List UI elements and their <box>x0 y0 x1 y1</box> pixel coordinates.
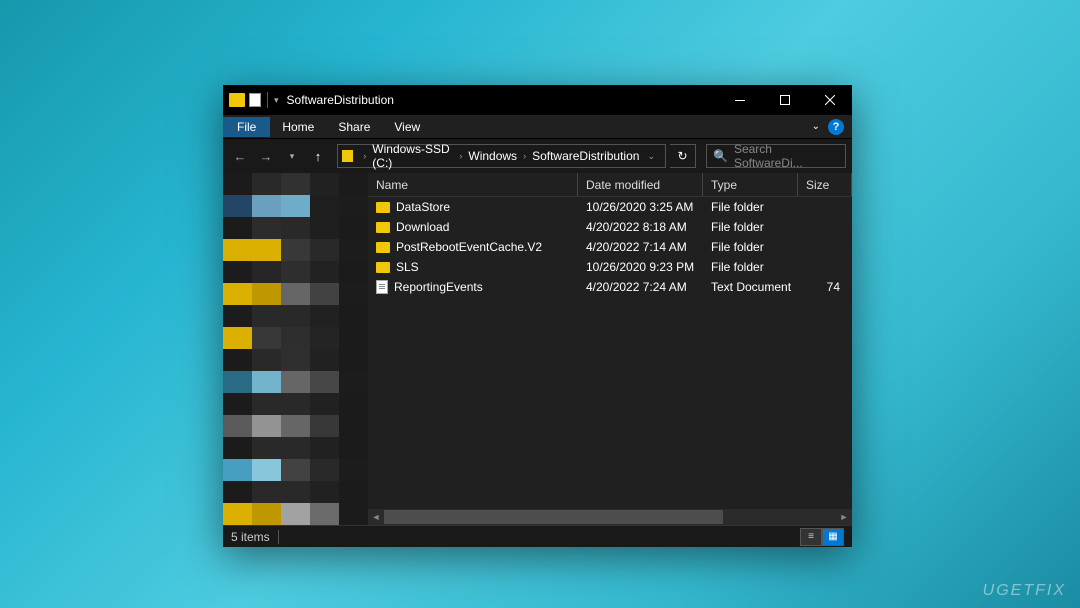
column-size[interactable]: Size <box>798 173 852 196</box>
file-menu[interactable]: File <box>223 117 270 137</box>
item-count: 5 items <box>231 530 270 544</box>
watermark: UGETFIX <box>983 582 1066 600</box>
page-icon <box>249 93 261 107</box>
separator <box>278 530 279 544</box>
address-dropdown[interactable]: ⌄ <box>641 151 661 162</box>
navigation-bar: ← → ▾ ↑ › Windows-SSD (C:) › Windows › S… <box>223 139 852 173</box>
table-row[interactable]: PostRebootEventCache.V2 4/20/2022 7:14 AM… <box>368 237 852 257</box>
file-name: SLS <box>396 260 419 274</box>
file-date: 4/20/2022 7:24 AM <box>578 280 703 294</box>
table-row[interactable]: DataStore 10/26/2020 3:25 AMFile folder <box>368 197 852 217</box>
titlebar[interactable]: ▾ SoftwareDistribution <box>223 85 852 115</box>
column-name[interactable]: Name <box>368 173 578 196</box>
file-name: ReportingEvents <box>394 280 483 294</box>
explorer-window: ▾ SoftwareDistribution File Home Share V… <box>223 85 852 547</box>
refresh-button[interactable]: ↻ <box>670 144 696 168</box>
back-button[interactable]: ← <box>229 145 251 167</box>
chevron-down-icon[interactable]: ⌄ <box>812 121 820 132</box>
folder-icon <box>342 150 353 162</box>
file-date: 4/20/2022 7:14 AM <box>578 240 703 254</box>
table-row[interactable]: ReportingEvents 4/20/2022 7:24 AMText Doc… <box>368 277 852 297</box>
tab-share[interactable]: Share <box>326 117 382 137</box>
chevron-right-icon: › <box>519 151 530 161</box>
file-date: 10/26/2020 3:25 AM <box>578 200 703 214</box>
chevron-right-icon: › <box>455 151 466 161</box>
separator <box>267 92 268 108</box>
folder-icon <box>376 262 390 273</box>
minimize-button[interactable] <box>717 85 762 115</box>
tab-home[interactable]: Home <box>270 117 326 137</box>
file-name: Download <box>396 220 449 234</box>
icons-view-button[interactable]: ▦ <box>822 528 844 546</box>
file-type: File folder <box>703 200 798 214</box>
quick-access-toolbar: ▾ <box>223 92 279 108</box>
file-name: DataStore <box>396 200 450 214</box>
file-date: 4/20/2022 8:18 AM <box>578 220 703 234</box>
column-headers: Name Date modified Type Size <box>368 173 852 197</box>
breadcrumb-0[interactable]: Windows-SSD (C:) <box>370 142 455 170</box>
scroll-right-arrow[interactable]: ► <box>836 509 852 525</box>
file-type: Text Document <box>703 280 798 294</box>
details-view-button[interactable]: ≡ <box>800 528 822 546</box>
minimize-icon <box>735 100 745 101</box>
breadcrumb-2[interactable]: SoftwareDistribution <box>530 149 641 163</box>
status-bar: 5 items ≡ ▦ <box>223 525 852 547</box>
search-icon: 🔍 <box>713 149 728 163</box>
search-input[interactable]: 🔍 Search SoftwareDi... <box>706 144 846 168</box>
chevron-right-icon: › <box>359 151 370 161</box>
scrollbar-thumb[interactable] <box>384 510 723 524</box>
file-list-pane: Name Date modified Type Size DataStore 10… <box>368 173 852 525</box>
file-date: 10/26/2020 9:23 PM <box>578 260 703 274</box>
file-type: File folder <box>703 220 798 234</box>
folder-icon <box>229 93 245 107</box>
maximize-button[interactable] <box>762 85 807 115</box>
file-icon <box>376 280 388 294</box>
table-row[interactable]: SLS 10/26/2020 9:23 PMFile folder <box>368 257 852 277</box>
tab-view[interactable]: View <box>382 117 432 137</box>
close-button[interactable] <box>807 85 852 115</box>
folder-icon <box>376 222 390 233</box>
file-name: PostRebootEventCache.V2 <box>396 240 542 254</box>
navigation-pane[interactable] <box>223 173 368 525</box>
horizontal-scrollbar[interactable]: ◄ ► <box>368 509 852 525</box>
ribbon: File Home Share View ⌄ ? <box>223 115 852 139</box>
maximize-icon <box>780 95 790 105</box>
scroll-left-arrow[interactable]: ◄ <box>368 509 384 525</box>
column-date[interactable]: Date modified <box>578 173 703 196</box>
folder-icon <box>376 202 390 213</box>
close-icon <box>825 95 835 105</box>
help-icon[interactable]: ? <box>828 119 844 135</box>
breadcrumb-1[interactable]: Windows <box>466 149 519 163</box>
address-bar[interactable]: › Windows-SSD (C:) › Windows › SoftwareD… <box>337 144 666 168</box>
recent-dropdown[interactable]: ▾ <box>281 145 303 167</box>
file-type: File folder <box>703 260 798 274</box>
forward-button[interactable]: → <box>255 145 277 167</box>
file-rows: DataStore10/26/2020 3:25 AMFile folderDo… <box>368 197 852 509</box>
window-title: SoftwareDistribution <box>287 93 717 107</box>
file-size: 74 <box>798 280 852 294</box>
file-type: File folder <box>703 240 798 254</box>
up-button[interactable]: ↑ <box>307 145 329 167</box>
table-row[interactable]: Download 4/20/2022 8:18 AMFile folder <box>368 217 852 237</box>
folder-icon <box>376 242 390 253</box>
search-placeholder: Search SoftwareDi... <box>734 142 839 170</box>
column-type[interactable]: Type <box>703 173 798 196</box>
down-caret-icon[interactable]: ▾ <box>274 95 279 106</box>
